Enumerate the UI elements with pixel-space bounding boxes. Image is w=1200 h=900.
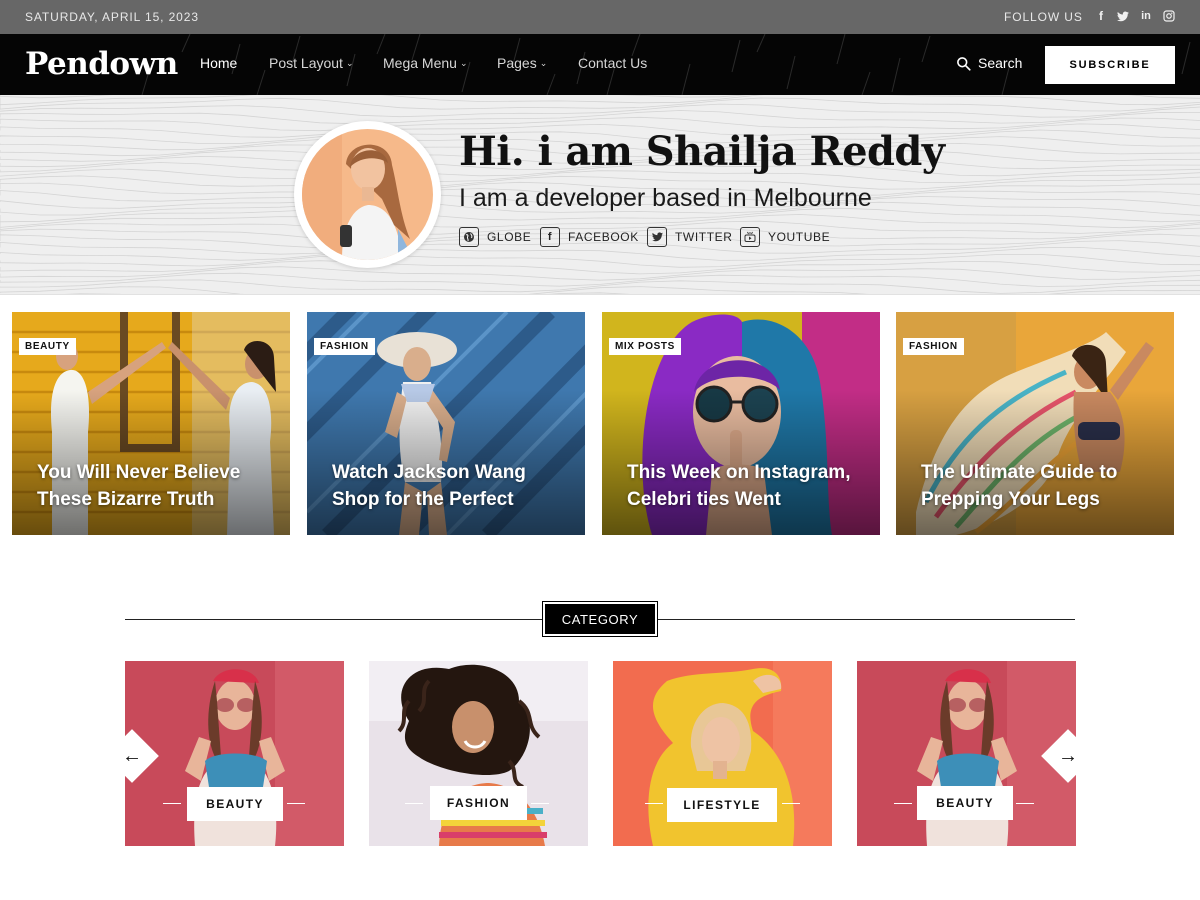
nav-item-label: Contact Us <box>578 55 648 71</box>
featured-post-card[interactable]: BEAUTY You Will Never Believe These Biza… <box>12 312 290 535</box>
follow-us-label: FOLLOW US <box>1004 10 1083 24</box>
nav-item-label: Pages <box>497 55 537 71</box>
youtube-icon <box>740 227 760 247</box>
category-badge[interactable]: FASHION <box>314 338 375 355</box>
category-section-heading: CATEGORY <box>542 601 658 637</box>
linkedin-icon[interactable]: in <box>1139 9 1153 23</box>
category-label[interactable]: BEAUTY <box>917 786 1013 820</box>
author-avatar <box>302 129 433 260</box>
label-dash <box>894 803 912 804</box>
nav-item-label: Home <box>200 55 238 71</box>
post-title[interactable]: The Ultimate Guide to Prepping Your Legs <box>921 459 1161 513</box>
arrow-left-icon: ← <box>122 744 142 767</box>
label-dash <box>645 803 663 804</box>
nav-item-home[interactable]: Home <box>200 55 237 71</box>
arrow-right-icon: → <box>1058 744 1078 767</box>
top-bar: SATURDAY, APRIL 15, 2023 FOLLOW US f in <box>0 0 1200 34</box>
hero-title: Hi. i am Shailja Reddy <box>459 128 945 175</box>
facebook-icon: f <box>540 227 560 247</box>
nav-item-label: Post Layout <box>269 55 343 71</box>
facebook-icon[interactable]: f <box>1094 9 1108 23</box>
carousel-next-button[interactable]: → <box>1041 729 1095 783</box>
nav-item-label: Mega Menu <box>383 55 457 71</box>
label-dash <box>405 803 423 804</box>
hero-link-facebook[interactable]: f FACEBOOK <box>540 227 639 247</box>
chevron-down-icon: ⌄ <box>539 58 548 68</box>
label-dash <box>531 803 549 804</box>
label-dash <box>287 803 305 804</box>
hero-subtitle: I am a developer based in Melbourne <box>459 184 872 212</box>
search-button[interactable]: Search <box>956 55 1022 71</box>
category-badge[interactable]: MIX POSTS <box>609 338 681 355</box>
hero-link-label: GLOBE <box>487 230 532 244</box>
instagram-icon[interactable] <box>1162 9 1176 23</box>
search-label: Search <box>978 55 1023 71</box>
current-date: SATURDAY, APRIL 15, 2023 <box>25 10 199 24</box>
category-label[interactable]: BEAUTY <box>187 787 283 821</box>
post-title[interactable]: Watch Jackson Wang Shop for the Perfect <box>332 459 572 513</box>
hero-link-label: YOUTUBE <box>768 230 831 244</box>
label-dash <box>163 803 181 804</box>
twitter-icon <box>647 227 667 247</box>
main-nav: Pendown Home Post Layout ⌄ Mega Menu ⌄ P… <box>0 34 1200 95</box>
category-label[interactable]: LIFESTYLE <box>667 788 777 822</box>
subscribe-button[interactable]: SUBSCRIBE <box>1045 46 1175 84</box>
chevron-down-icon: ⌄ <box>345 58 354 68</box>
search-icon <box>957 56 971 71</box>
nav-item-post-layout[interactable]: Post Layout ⌄ <box>269 55 353 71</box>
category-label[interactable]: FASHION <box>430 786 527 820</box>
featured-post-card[interactable]: FASHION Watch Jackson Wang Shop for the … <box>307 312 585 535</box>
post-title[interactable]: This Week on Instagram, Celebri ties Wen… <box>627 459 867 513</box>
author-hero: Hi. i am Shailja Reddy I am a developer … <box>0 95 1200 295</box>
featured-post-card[interactable]: FASHION The Ultimate Guide to Prepping Y… <box>896 312 1174 535</box>
hero-link-twitter[interactable]: TWITTER <box>647 227 733 247</box>
site-logo[interactable]: Pendown <box>25 46 178 82</box>
label-dash <box>782 803 800 804</box>
globe-icon <box>459 227 479 247</box>
label-dash <box>1016 803 1034 804</box>
carousel-prev-button[interactable]: ← <box>105 729 159 783</box>
category-badge[interactable]: BEAUTY <box>19 338 76 355</box>
hero-link-label: FACEBOOK <box>568 230 639 244</box>
nav-item-pages[interactable]: Pages ⌄ <box>497 55 547 71</box>
nav-item-mega-menu[interactable]: Mega Menu ⌄ <box>383 55 467 71</box>
featured-post-card[interactable]: MIX POSTS This Week on Instagram, Celebr… <box>602 312 880 535</box>
hero-link-youtube[interactable]: YOUTUBE <box>740 227 830 247</box>
post-title[interactable]: You Will Never Believe These Bizarre Tru… <box>37 459 277 513</box>
twitter-icon[interactable] <box>1116 9 1130 23</box>
hero-link-globe[interactable]: GLOBE <box>459 227 531 247</box>
hero-link-label: TWITTER <box>675 230 733 244</box>
nav-item-contact-us[interactable]: Contact Us <box>578 55 647 71</box>
chevron-down-icon: ⌄ <box>459 58 468 68</box>
category-badge[interactable]: FASHION <box>903 338 964 355</box>
